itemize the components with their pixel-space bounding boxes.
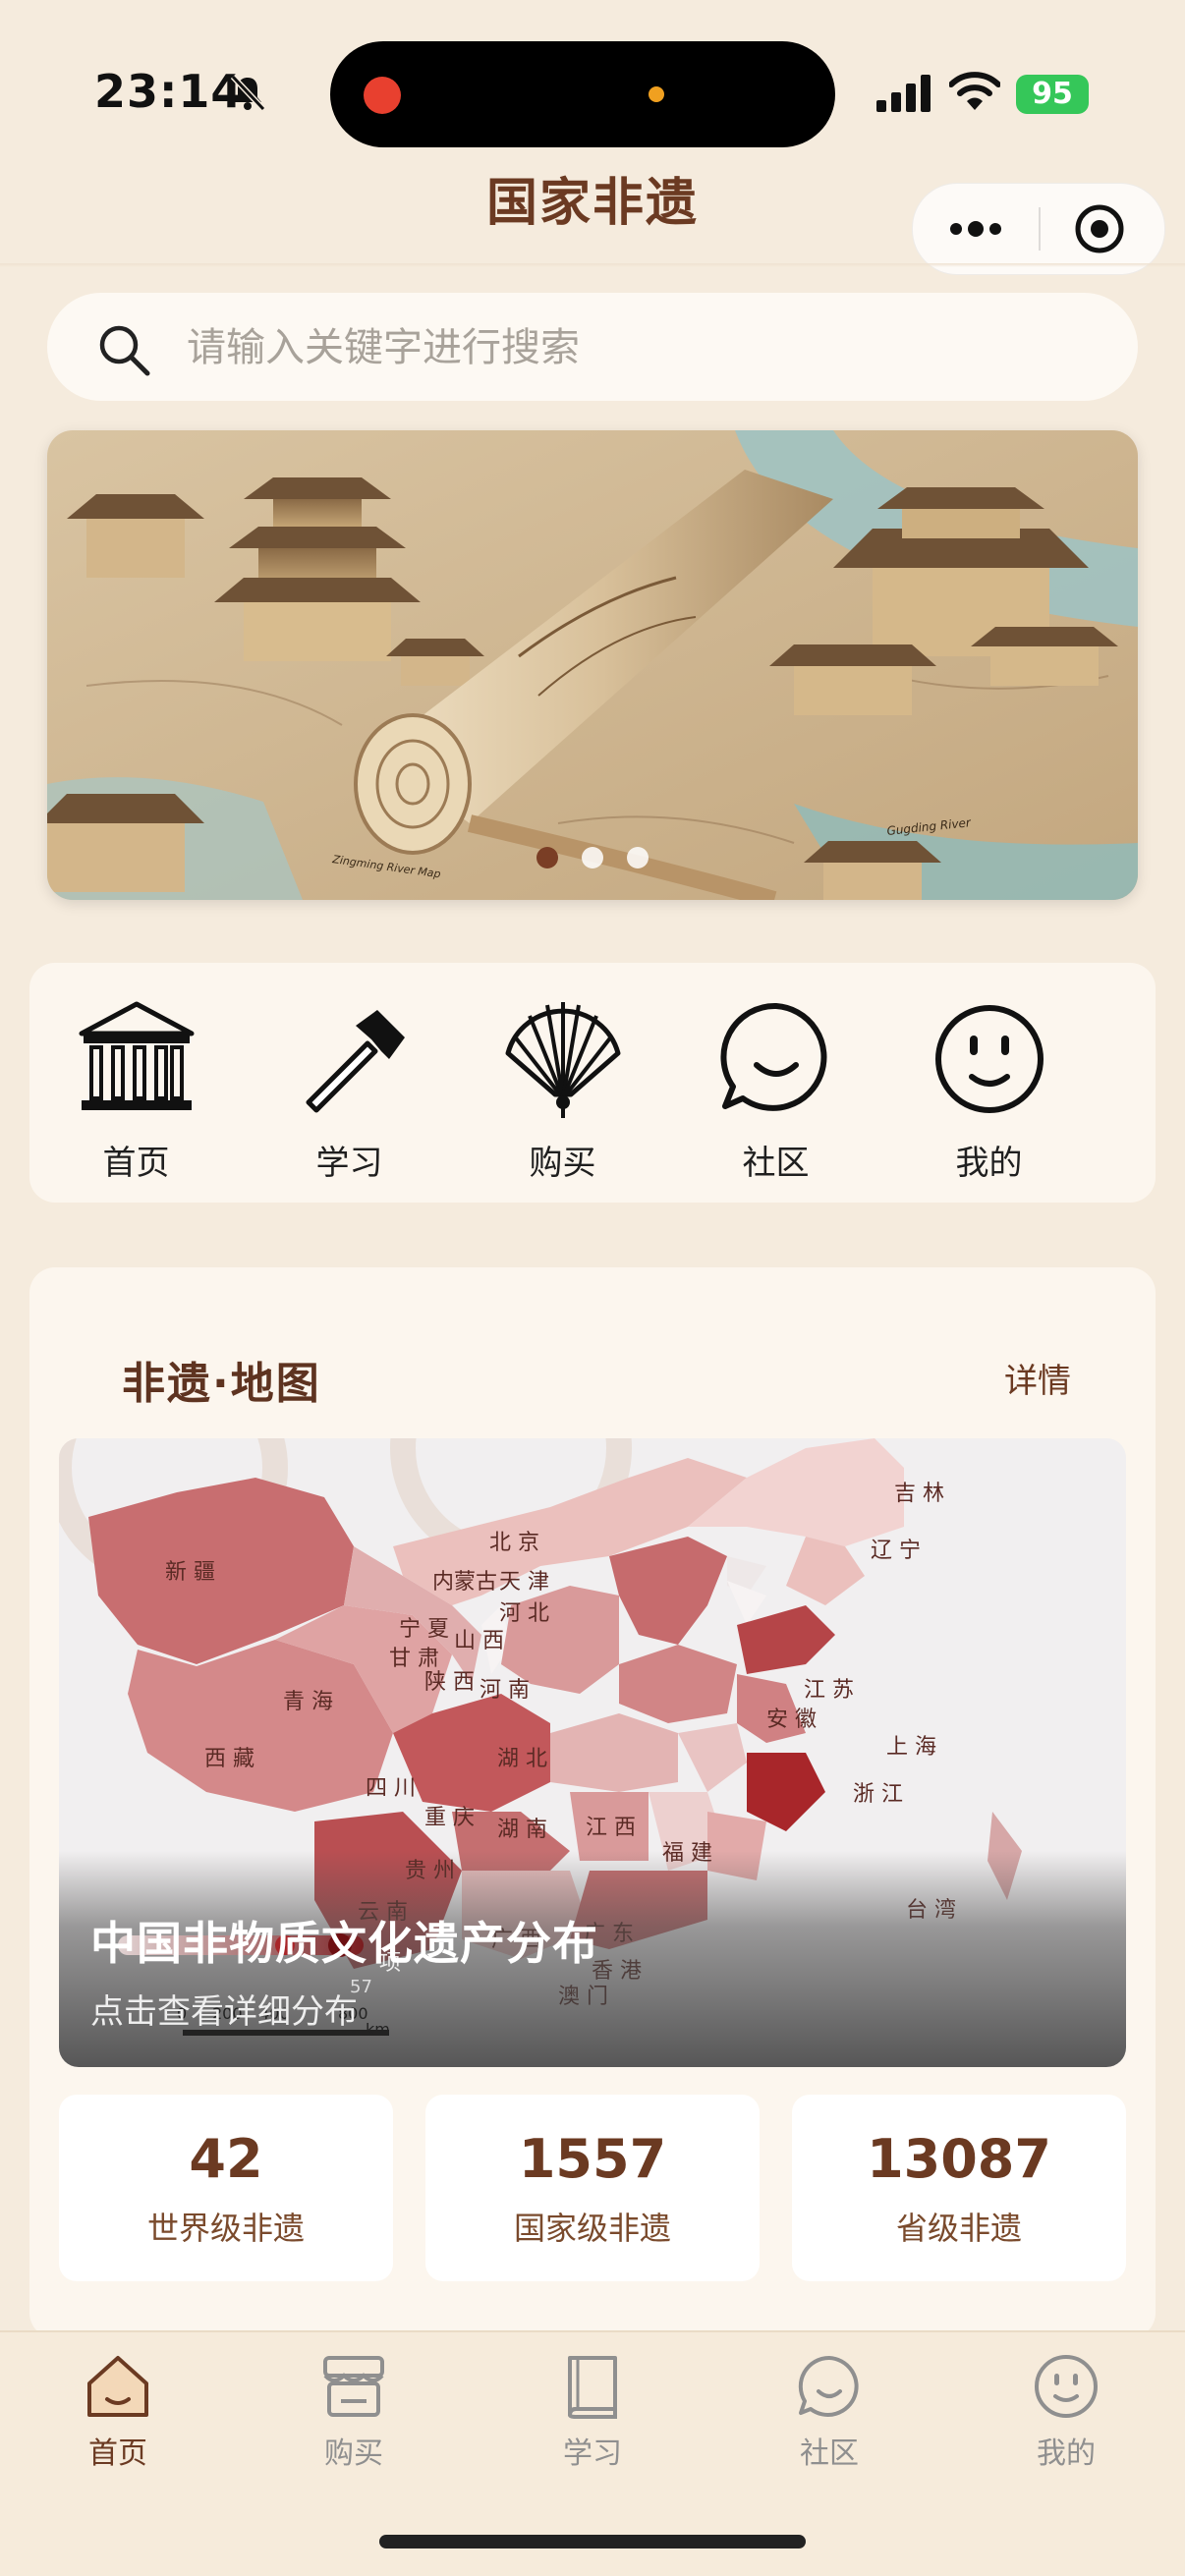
- tab-label: 社区: [800, 2436, 859, 2471]
- map-label-jiangsu: 江 苏: [804, 1678, 854, 1703]
- map-label-shanghai: 上 海: [886, 1735, 936, 1760]
- carousel-dot[interactable]: [536, 847, 558, 868]
- chat-bubble-icon: [798, 2355, 859, 2417]
- tab-community[interactable]: 社区: [761, 2350, 898, 2472]
- stat-label: 国家级非遗: [513, 2210, 671, 2247]
- map-label-jiangxi: 江 西: [586, 1816, 636, 1840]
- quick-item-label: 社区: [742, 1144, 810, 1183]
- map-label-anhui: 安 徽: [766, 1708, 817, 1732]
- map-label-xinjiang: 新 疆: [165, 1560, 215, 1585]
- quick-item-buy[interactable]: 购买: [456, 963, 669, 1203]
- recording-indicator: [364, 77, 401, 114]
- map-label-henan: 河 南: [480, 1678, 530, 1703]
- quick-item-label: 首页: [102, 1144, 170, 1183]
- book-icon: [568, 2356, 617, 2419]
- heritage-stats: 42 世界级非遗 1557 国家级非遗 13087 省级非遗: [59, 2095, 1126, 2281]
- quick-item-label: 购买: [529, 1144, 596, 1183]
- map-label-tianjin: 天 津: [499, 1570, 549, 1595]
- stat-value: 1557: [518, 2128, 667, 2190]
- map-label-jilin: 吉 林: [894, 1482, 944, 1506]
- stat-national[interactable]: 1557 国家级非遗: [425, 2095, 760, 2281]
- status-time: 23:14: [94, 65, 244, 118]
- home-icon: [87, 2356, 148, 2417]
- quick-item-community[interactable]: 社区: [669, 963, 882, 1203]
- tab-study[interactable]: 学习: [524, 2350, 661, 2472]
- map-label-qinghai: 青 海: [283, 1690, 333, 1714]
- map-label-zhejiang: 浙 江: [853, 1782, 903, 1807]
- capsule-divider: [1039, 207, 1041, 251]
- dynamic-island: [330, 41, 835, 147]
- map-label-hunan: 湖 南: [497, 1818, 547, 1842]
- carousel-dot[interactable]: [627, 847, 649, 868]
- quick-item-home[interactable]: 首页: [29, 963, 243, 1203]
- more-dots-icon[interactable]: [944, 211, 1007, 247]
- map-label-hubei: 湖 北: [497, 1747, 547, 1771]
- face-icon: [1035, 2355, 1098, 2418]
- map-label-neimenggu: 内蒙古: [432, 1570, 498, 1595]
- map-caption-subtitle: 点击查看详细分布: [90, 1992, 358, 2032]
- chat-bubble-icon: [720, 1002, 826, 1111]
- quick-item-study[interactable]: 学习: [243, 963, 456, 1203]
- tab-mine[interactable]: 我的: [997, 2350, 1135, 2472]
- quick-item-label: 我的: [955, 1144, 1023, 1183]
- cellular-signal-icon: [876, 75, 931, 112]
- map-label-ningxia: 宁 夏: [399, 1617, 449, 1642]
- tab-label: 购买: [324, 2436, 383, 2471]
- hammer-icon: [306, 1010, 405, 1113]
- map-label-sichuan: 四 川: [366, 1776, 416, 1801]
- fan-icon: [505, 1002, 620, 1118]
- map-label-liaoning: 辽 宁: [871, 1539, 921, 1563]
- shop-icon: [323, 2356, 384, 2417]
- detail-link[interactable]: 详情: [1004, 1354, 1071, 1402]
- map-label-hebei: 河 北: [499, 1601, 549, 1626]
- quick-item-label: 学习: [315, 1144, 383, 1183]
- stat-value: 42: [189, 2128, 263, 2190]
- bell-slash-icon: [230, 74, 266, 112]
- quick-item-mine[interactable]: 我的: [882, 963, 1096, 1203]
- tab-label: 首页: [88, 2436, 147, 2471]
- stat-label: 省级非遗: [895, 2210, 1022, 2247]
- stat-provincial[interactable]: 13087 省级非遗: [792, 2095, 1126, 2281]
- map-label-chongqing: 重 庆: [424, 1806, 475, 1830]
- tab-home[interactable]: 首页: [49, 2350, 187, 2472]
- map-label-beijing: 北 京: [489, 1531, 539, 1555]
- china-heritage-map[interactable]: 新 疆 青 海 西 藏 内蒙古 北 京 天 津 河 北 山 西 甘 肃 宁 夏 …: [59, 1438, 1126, 2067]
- tab-label: 学习: [563, 2436, 622, 2471]
- banner-carousel[interactable]: Zingming River Map Gugding River: [47, 430, 1138, 900]
- map-label-xizang: 西 藏: [204, 1747, 254, 1771]
- temple-icon: [79, 1001, 194, 1110]
- carousel-dot[interactable]: [582, 847, 603, 868]
- carousel-indicator: [47, 847, 1138, 872]
- home-indicator: [379, 2535, 806, 2548]
- map-caption-title: 中国非物质文化遗产分布: [90, 1917, 598, 1970]
- mini-program-capsule: [912, 183, 1165, 275]
- stat-value: 13087: [867, 2128, 1051, 2190]
- battery-indicator: 95: [1016, 75, 1089, 114]
- search-bar[interactable]: [47, 293, 1138, 401]
- face-icon: [934, 1005, 1044, 1113]
- section-title: 非遗·地图: [122, 1359, 321, 1409]
- stat-world[interactable]: 42 世界级非遗: [59, 2095, 393, 2281]
- target-close-icon[interactable]: [1074, 203, 1125, 254]
- quick-menu: 首页 学习 购买 社区 我的: [29, 963, 1156, 1203]
- search-icon: [99, 325, 150, 376]
- stat-label: 世界级非遗: [146, 2210, 305, 2247]
- map-label-shaanxi: 陕 西: [424, 1670, 475, 1695]
- map-scale-unit: km: [366, 2020, 390, 2039]
- privacy-dot: [649, 86, 664, 102]
- tab-label: 我的: [1037, 2436, 1096, 2471]
- heritage-map-card: 非遗·地图 详情 新 疆 青 海 西 藏 内蒙古 北 京 天 津 河 北 山 西…: [29, 1267, 1156, 2338]
- banner-image: Zingming River Map Gugding River: [47, 430, 1138, 900]
- search-input[interactable]: [185, 312, 1073, 383]
- tab-buy[interactable]: 购买: [285, 2350, 423, 2472]
- status-bar: 23:14 95: [0, 0, 1185, 157]
- nav-divider: [0, 263, 1185, 267]
- wifi-icon: [949, 72, 1000, 110]
- map-label-shanxi: 山 西: [454, 1629, 504, 1653]
